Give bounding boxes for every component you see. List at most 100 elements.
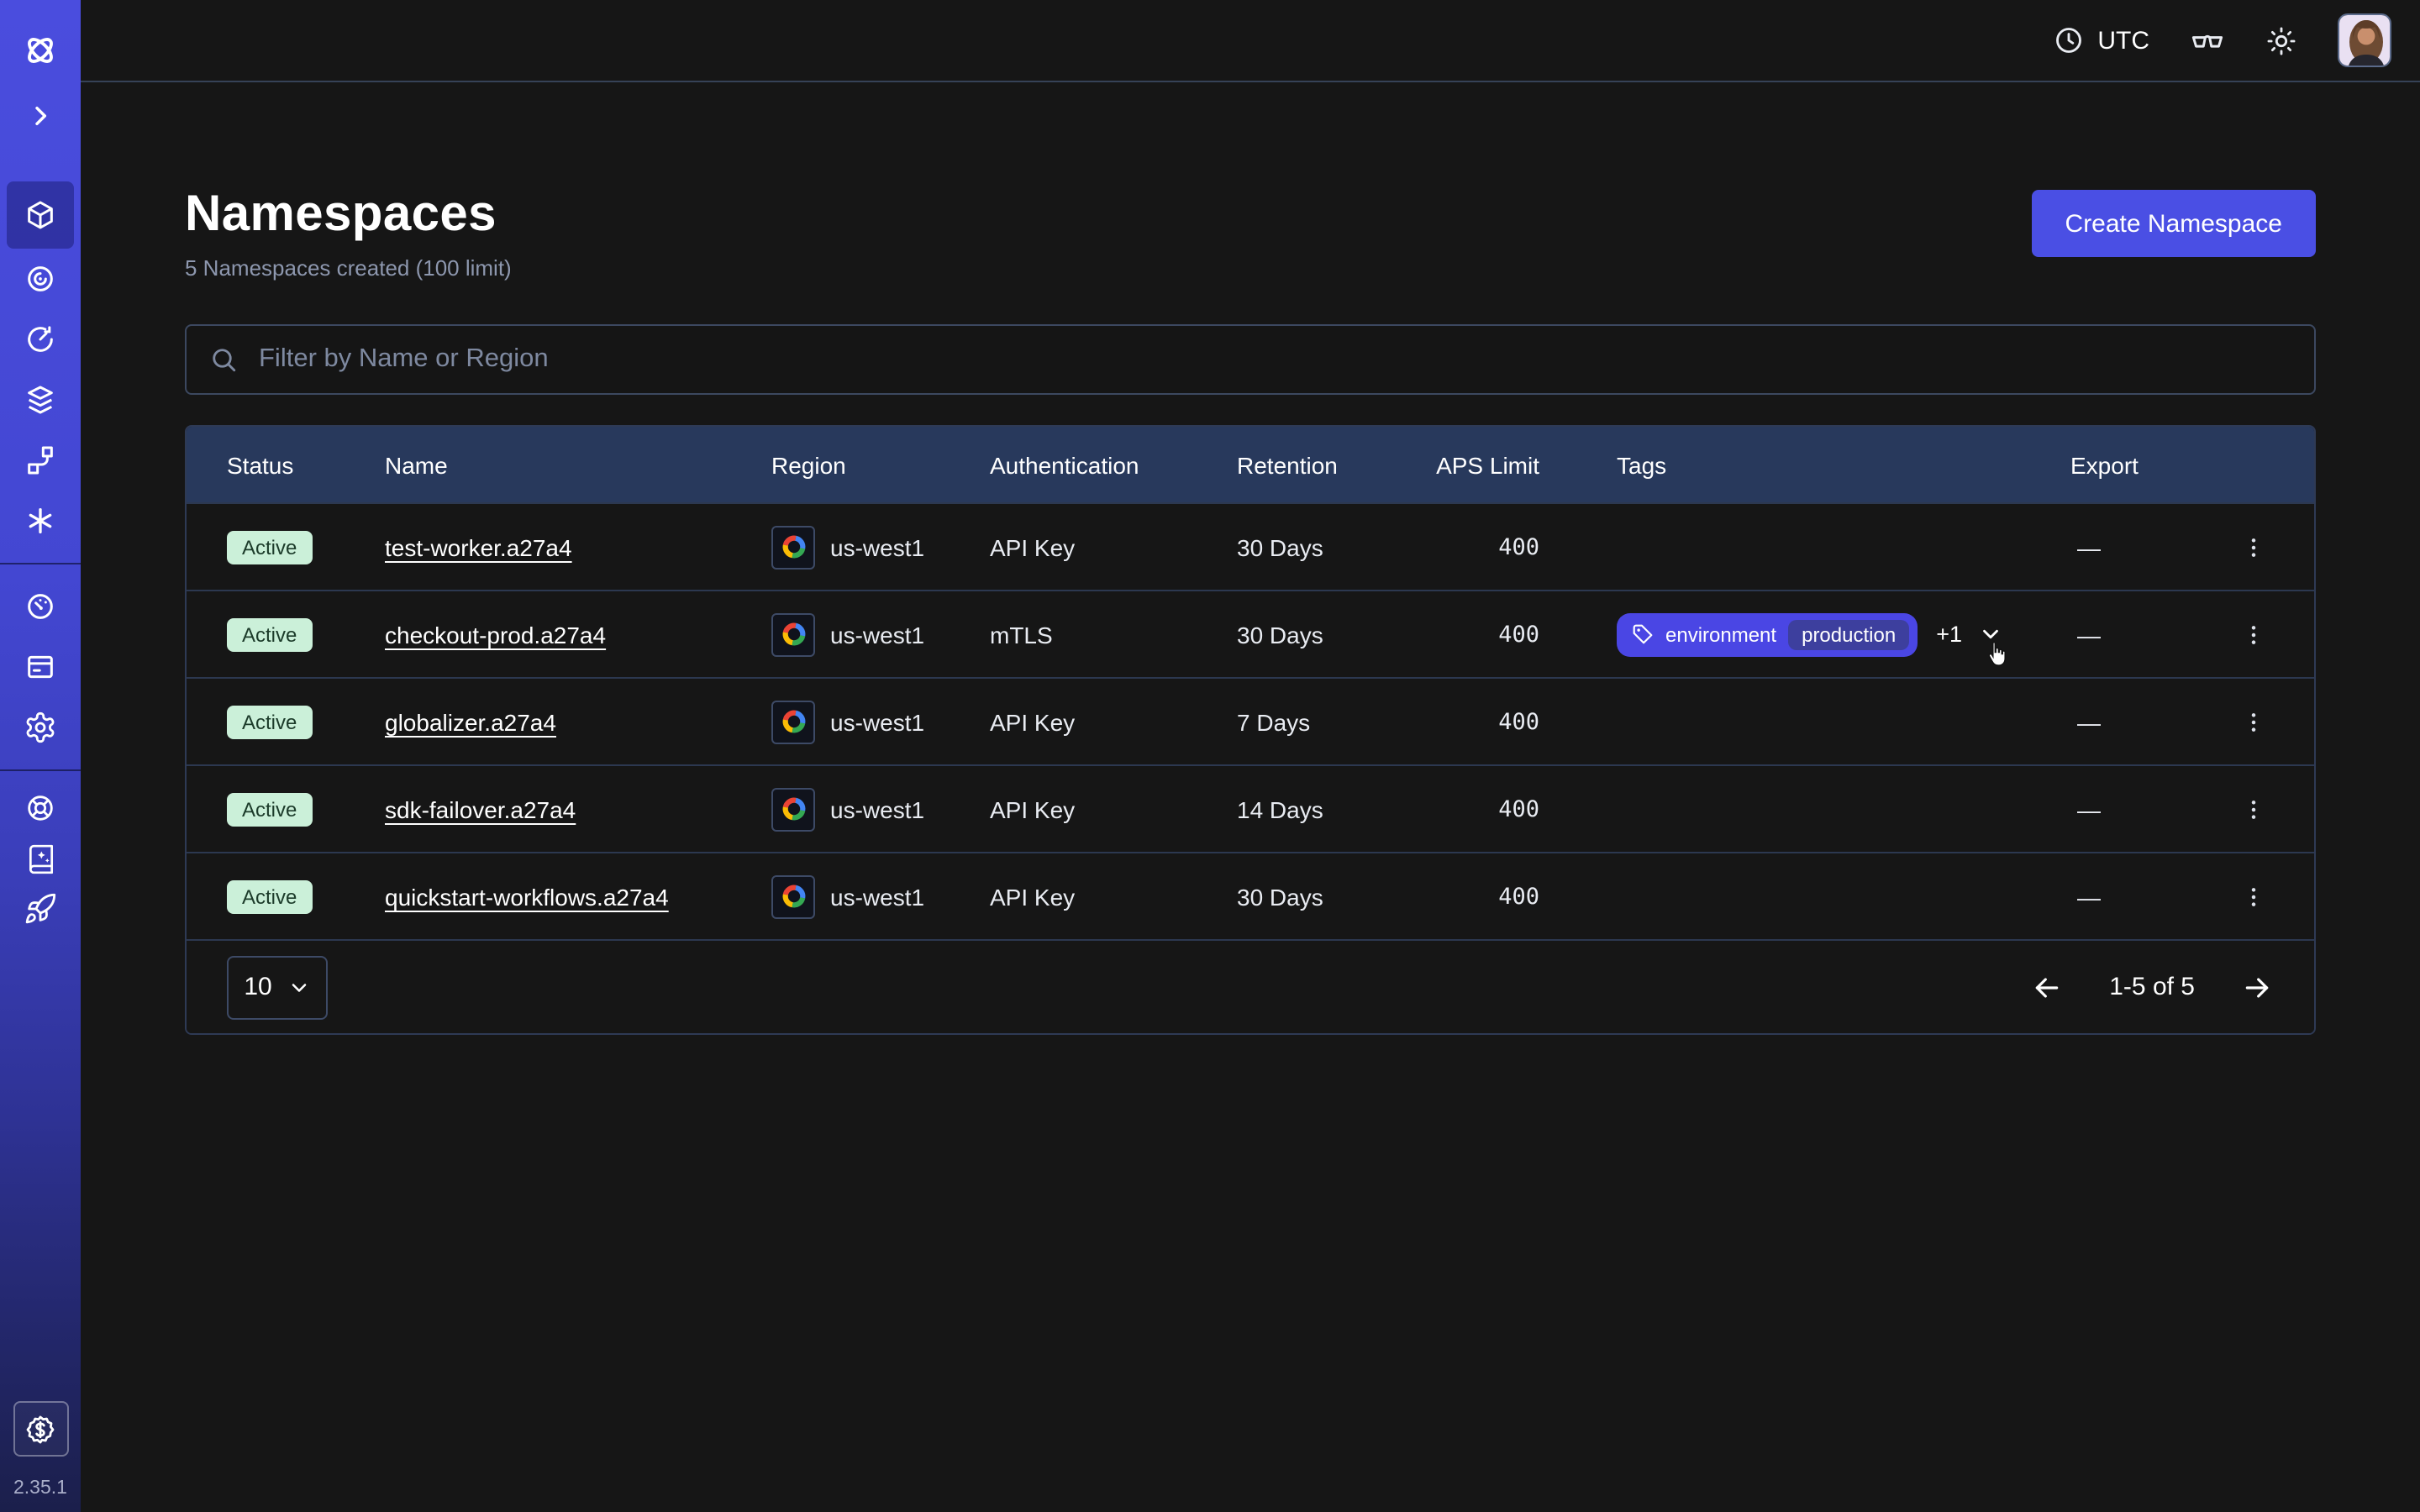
aps-limit-cell: 400	[1422, 708, 1539, 735]
namespaces-table: Status Name Region Authentication Retent…	[185, 425, 2316, 1035]
chevron-down-icon	[287, 975, 311, 999]
next-page-button[interactable]	[2240, 970, 2274, 1004]
page-title: Namespaces	[185, 186, 512, 244]
gcp-logo	[779, 795, 808, 823]
region-cell: us-west1	[771, 612, 990, 656]
region-label: us-west1	[830, 883, 924, 910]
status-badge: Active	[227, 792, 312, 826]
gcp-logo	[779, 707, 808, 736]
namespace-link[interactable]: sdk-failover.a27a4	[385, 795, 576, 822]
row-menu-button[interactable]	[2240, 794, 2267, 824]
sidebar-item-usage[interactable]	[10, 576, 71, 637]
name-cell: test-worker.a27a4	[385, 533, 771, 560]
filter-input[interactable]	[255, 343, 2292, 376]
region-label: us-west1	[830, 621, 924, 648]
app-window: 2.35.1 UTC	[0, 0, 2420, 1512]
tag-chip[interactable]: environmentproduction	[1617, 612, 1918, 656]
gcp-logo	[779, 882, 808, 911]
tags-cell: environmentproduction +1	[1539, 612, 2070, 656]
row-menu-button[interactable]	[2240, 532, 2267, 562]
auth-cell: API Key	[990, 533, 1237, 560]
auth-cell: API Key	[990, 883, 1237, 910]
filter-box	[185, 324, 2316, 395]
chevron-down-icon[interactable]	[1977, 622, 2002, 647]
col-header-name: Name	[385, 451, 771, 478]
tag-icon	[1632, 623, 1654, 645]
retention-cell: 30 Days	[1237, 533, 1422, 560]
name-cell: quickstart-workflows.a27a4	[385, 883, 771, 910]
prev-page-button[interactable]	[2030, 970, 2064, 1004]
sidebar-item-schedules[interactable]	[10, 309, 71, 370]
row-menu-button[interactable]	[2240, 619, 2267, 649]
namespace-link[interactable]: globalizer.a27a4	[385, 708, 556, 735]
status-badge: Active	[227, 617, 312, 651]
tag-overflow-count: +1	[1936, 622, 1962, 647]
status-cell: Active	[227, 617, 385, 651]
retention-cell: 7 Days	[1237, 708, 1422, 735]
sidebar-item-getting-started[interactable]	[10, 884, 71, 934]
col-header-status: Status	[227, 451, 385, 478]
region-cell: us-west1	[771, 874, 990, 918]
export-cell: —	[2070, 621, 2238, 648]
tag-key: environment	[1665, 622, 1776, 646]
auth-cell: mTLS	[990, 621, 1237, 648]
gcp-icon	[771, 612, 815, 656]
status-badge: Active	[227, 705, 312, 738]
sidebar-item-docs[interactable]	[10, 833, 71, 884]
region-label: us-west1	[830, 533, 924, 560]
sidebar-item-batch-operations[interactable]	[10, 430, 71, 491]
sidebar-item-support[interactable]	[10, 783, 71, 833]
namespace-link[interactable]: checkout-prod.a27a4	[385, 621, 606, 648]
region-cell: us-west1	[771, 787, 990, 831]
sidebar-item-settings[interactable]	[10, 697, 71, 758]
clock-icon	[2054, 25, 2084, 55]
namespace-link[interactable]: test-worker.a27a4	[385, 533, 572, 560]
main-content: Namespaces 5 Namespaces created (100 lim…	[81, 82, 2420, 1512]
labs-glasses-icon[interactable]	[2190, 23, 2225, 58]
pricing-badge-button[interactable]	[13, 1401, 68, 1457]
page-size-select[interactable]: 10	[227, 955, 328, 1019]
expand-sidebar-button[interactable]	[10, 91, 71, 141]
sidebar-item-nexus[interactable]	[10, 491, 71, 551]
sidebar: 2.35.1	[0, 0, 81, 1512]
export-cell: —	[2070, 795, 2238, 822]
table-footer: 10 1-5 of 5	[187, 939, 2314, 1033]
region-cell: us-west1	[771, 700, 990, 743]
col-header-region: Region	[771, 451, 990, 478]
gcp-logo	[779, 620, 808, 648]
status-cell: Active	[227, 705, 385, 738]
export-cell: —	[2070, 533, 2238, 560]
row-menu-button[interactable]	[2240, 881, 2267, 911]
col-header-retention: Retention	[1237, 451, 1422, 478]
col-header-auth: Authentication	[990, 451, 1237, 478]
status-cell: Active	[227, 879, 385, 913]
timezone-label: UTC	[2097, 26, 2149, 55]
sidebar-item-workflows[interactable]	[10, 249, 71, 309]
timezone-selector[interactable]: UTC	[2054, 25, 2149, 55]
table-header: Status Name Region Authentication Retent…	[187, 427, 2314, 502]
name-cell: checkout-prod.a27a4	[385, 621, 771, 648]
sidebar-item-namespaces[interactable]	[7, 181, 74, 249]
gcp-icon	[771, 700, 815, 743]
user-avatar[interactable]	[2338, 13, 2391, 67]
sidebar-item-billing[interactable]	[10, 637, 71, 697]
aps-limit-cell: 400	[1422, 621, 1539, 648]
retention-cell: 30 Days	[1237, 621, 1422, 648]
create-namespace-button[interactable]: Create Namespace	[2032, 190, 2316, 257]
table-row: Activetest-worker.a27a4us-west1API Key30…	[187, 502, 2314, 590]
gcp-logo	[779, 533, 808, 561]
table-row: Active checkout-prod.a27a4 us-west1 mTLS30 …	[187, 590, 2314, 677]
auth-cell: API Key	[990, 708, 1237, 735]
sidebar-item-deployments[interactable]	[10, 370, 71, 430]
row-menu-button[interactable]	[2240, 706, 2267, 737]
namespace-link[interactable]: quickstart-workflows.a27a4	[385, 883, 669, 910]
export-cell: —	[2070, 883, 2238, 910]
retention-cell: 30 Days	[1237, 883, 1422, 910]
aps-limit-cell: 400	[1422, 795, 1539, 822]
gcp-icon	[771, 874, 815, 918]
name-cell: sdk-failover.a27a4	[385, 795, 771, 822]
aps-limit-cell: 400	[1422, 533, 1539, 560]
auth-cell: API Key	[990, 795, 1237, 822]
theme-toggle-icon[interactable]	[2265, 24, 2297, 56]
page-range-label: 1-5 of 5	[2109, 973, 2195, 1001]
